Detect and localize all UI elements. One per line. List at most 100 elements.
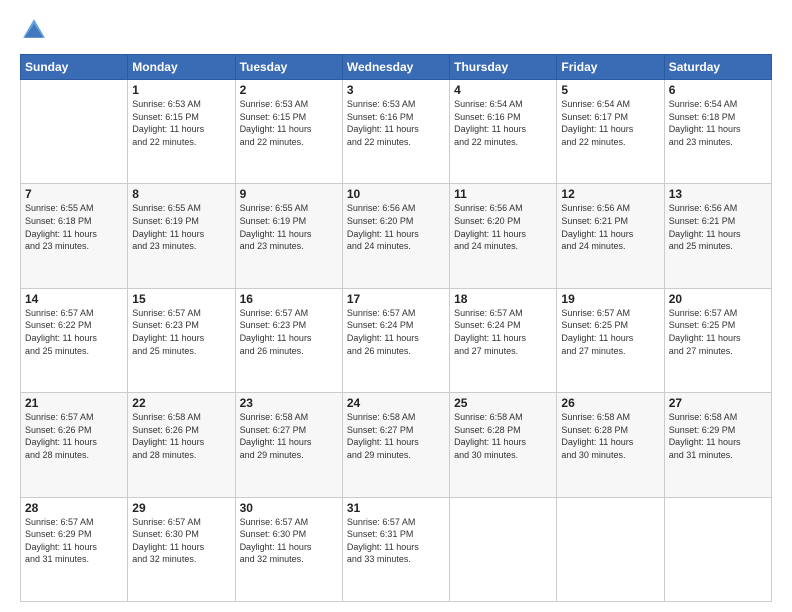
calendar-cell: 25Sunrise: 6:58 AM Sunset: 6:28 PM Dayli… — [450, 393, 557, 497]
day-number: 31 — [347, 501, 445, 515]
cell-content: Sunrise: 6:57 AM Sunset: 6:25 PM Dayligh… — [669, 307, 767, 357]
cell-content: Sunrise: 6:58 AM Sunset: 6:28 PM Dayligh… — [454, 411, 552, 461]
day-number: 1 — [132, 83, 230, 97]
day-number: 22 — [132, 396, 230, 410]
day-number: 5 — [561, 83, 659, 97]
calendar-cell: 16Sunrise: 6:57 AM Sunset: 6:23 PM Dayli… — [235, 288, 342, 392]
day-number: 8 — [132, 187, 230, 201]
cell-content: Sunrise: 6:57 AM Sunset: 6:24 PM Dayligh… — [347, 307, 445, 357]
day-number: 25 — [454, 396, 552, 410]
cell-content: Sunrise: 6:57 AM Sunset: 6:30 PM Dayligh… — [132, 516, 230, 566]
week-row-2: 14Sunrise: 6:57 AM Sunset: 6:22 PM Dayli… — [21, 288, 772, 392]
day-number: 27 — [669, 396, 767, 410]
cell-content: Sunrise: 6:56 AM Sunset: 6:21 PM Dayligh… — [561, 202, 659, 252]
cell-content: Sunrise: 6:57 AM Sunset: 6:30 PM Dayligh… — [240, 516, 338, 566]
cell-content: Sunrise: 6:55 AM Sunset: 6:19 PM Dayligh… — [240, 202, 338, 252]
calendar-cell: 15Sunrise: 6:57 AM Sunset: 6:23 PM Dayli… — [128, 288, 235, 392]
week-row-3: 21Sunrise: 6:57 AM Sunset: 6:26 PM Dayli… — [21, 393, 772, 497]
cell-content: Sunrise: 6:57 AM Sunset: 6:29 PM Dayligh… — [25, 516, 123, 566]
day-number: 26 — [561, 396, 659, 410]
day-number: 29 — [132, 501, 230, 515]
day-number: 18 — [454, 292, 552, 306]
day-number: 20 — [669, 292, 767, 306]
weekday-saturday: Saturday — [664, 55, 771, 80]
day-number: 3 — [347, 83, 445, 97]
day-number: 6 — [669, 83, 767, 97]
cell-content: Sunrise: 6:56 AM Sunset: 6:21 PM Dayligh… — [669, 202, 767, 252]
calendar-cell: 30Sunrise: 6:57 AM Sunset: 6:30 PM Dayli… — [235, 497, 342, 601]
cell-content: Sunrise: 6:57 AM Sunset: 6:23 PM Dayligh… — [240, 307, 338, 357]
calendar-cell: 4Sunrise: 6:54 AM Sunset: 6:16 PM Daylig… — [450, 80, 557, 184]
day-number: 9 — [240, 187, 338, 201]
calendar-cell — [557, 497, 664, 601]
calendar-cell — [664, 497, 771, 601]
calendar-cell: 3Sunrise: 6:53 AM Sunset: 6:16 PM Daylig… — [342, 80, 449, 184]
day-number: 24 — [347, 396, 445, 410]
cell-content: Sunrise: 6:58 AM Sunset: 6:27 PM Dayligh… — [347, 411, 445, 461]
cell-content: Sunrise: 6:57 AM Sunset: 6:22 PM Dayligh… — [25, 307, 123, 357]
weekday-header-row: SundayMondayTuesdayWednesdayThursdayFrid… — [21, 55, 772, 80]
weekday-wednesday: Wednesday — [342, 55, 449, 80]
cell-content: Sunrise: 6:58 AM Sunset: 6:28 PM Dayligh… — [561, 411, 659, 461]
week-row-1: 7Sunrise: 6:55 AM Sunset: 6:18 PM Daylig… — [21, 184, 772, 288]
cell-content: Sunrise: 6:54 AM Sunset: 6:17 PM Dayligh… — [561, 98, 659, 148]
calendar-cell: 26Sunrise: 6:58 AM Sunset: 6:28 PM Dayli… — [557, 393, 664, 497]
week-row-0: 1Sunrise: 6:53 AM Sunset: 6:15 PM Daylig… — [21, 80, 772, 184]
day-number: 15 — [132, 292, 230, 306]
calendar-cell: 29Sunrise: 6:57 AM Sunset: 6:30 PM Dayli… — [128, 497, 235, 601]
day-number: 21 — [25, 396, 123, 410]
week-row-4: 28Sunrise: 6:57 AM Sunset: 6:29 PM Dayli… — [21, 497, 772, 601]
calendar-cell: 13Sunrise: 6:56 AM Sunset: 6:21 PM Dayli… — [664, 184, 771, 288]
day-number: 10 — [347, 187, 445, 201]
calendar-cell: 14Sunrise: 6:57 AM Sunset: 6:22 PM Dayli… — [21, 288, 128, 392]
cell-content: Sunrise: 6:56 AM Sunset: 6:20 PM Dayligh… — [454, 202, 552, 252]
day-number: 16 — [240, 292, 338, 306]
weekday-monday: Monday — [128, 55, 235, 80]
cell-content: Sunrise: 6:56 AM Sunset: 6:20 PM Dayligh… — [347, 202, 445, 252]
cell-content: Sunrise: 6:53 AM Sunset: 6:15 PM Dayligh… — [240, 98, 338, 148]
calendar-cell: 2Sunrise: 6:53 AM Sunset: 6:15 PM Daylig… — [235, 80, 342, 184]
cell-content: Sunrise: 6:55 AM Sunset: 6:18 PM Dayligh… — [25, 202, 123, 252]
calendar-cell: 10Sunrise: 6:56 AM Sunset: 6:20 PM Dayli… — [342, 184, 449, 288]
calendar-cell: 11Sunrise: 6:56 AM Sunset: 6:20 PM Dayli… — [450, 184, 557, 288]
calendar-cell: 9Sunrise: 6:55 AM Sunset: 6:19 PM Daylig… — [235, 184, 342, 288]
calendar-cell: 18Sunrise: 6:57 AM Sunset: 6:24 PM Dayli… — [450, 288, 557, 392]
cell-content: Sunrise: 6:57 AM Sunset: 6:24 PM Dayligh… — [454, 307, 552, 357]
calendar-cell: 19Sunrise: 6:57 AM Sunset: 6:25 PM Dayli… — [557, 288, 664, 392]
calendar-cell — [21, 80, 128, 184]
cell-content: Sunrise: 6:57 AM Sunset: 6:25 PM Dayligh… — [561, 307, 659, 357]
weekday-friday: Friday — [557, 55, 664, 80]
calendar-cell: 8Sunrise: 6:55 AM Sunset: 6:19 PM Daylig… — [128, 184, 235, 288]
calendar-cell: 31Sunrise: 6:57 AM Sunset: 6:31 PM Dayli… — [342, 497, 449, 601]
logo-icon — [20, 16, 48, 44]
cell-content: Sunrise: 6:58 AM Sunset: 6:26 PM Dayligh… — [132, 411, 230, 461]
cell-content: Sunrise: 6:57 AM Sunset: 6:23 PM Dayligh… — [132, 307, 230, 357]
cell-content: Sunrise: 6:57 AM Sunset: 6:26 PM Dayligh… — [25, 411, 123, 461]
calendar-cell: 21Sunrise: 6:57 AM Sunset: 6:26 PM Dayli… — [21, 393, 128, 497]
cell-content: Sunrise: 6:54 AM Sunset: 6:16 PM Dayligh… — [454, 98, 552, 148]
day-number: 30 — [240, 501, 338, 515]
day-number: 7 — [25, 187, 123, 201]
day-number: 23 — [240, 396, 338, 410]
weekday-sunday: Sunday — [21, 55, 128, 80]
day-number: 2 — [240, 83, 338, 97]
day-number: 19 — [561, 292, 659, 306]
calendar-table: SundayMondayTuesdayWednesdayThursdayFrid… — [20, 54, 772, 602]
day-number: 12 — [561, 187, 659, 201]
calendar-cell: 7Sunrise: 6:55 AM Sunset: 6:18 PM Daylig… — [21, 184, 128, 288]
calendar-cell: 5Sunrise: 6:54 AM Sunset: 6:17 PM Daylig… — [557, 80, 664, 184]
day-number: 28 — [25, 501, 123, 515]
day-number: 14 — [25, 292, 123, 306]
cell-content: Sunrise: 6:53 AM Sunset: 6:15 PM Dayligh… — [132, 98, 230, 148]
calendar-cell: 17Sunrise: 6:57 AM Sunset: 6:24 PM Dayli… — [342, 288, 449, 392]
cell-content: Sunrise: 6:58 AM Sunset: 6:29 PM Dayligh… — [669, 411, 767, 461]
page: SundayMondayTuesdayWednesdayThursdayFrid… — [0, 0, 792, 612]
calendar-cell: 28Sunrise: 6:57 AM Sunset: 6:29 PM Dayli… — [21, 497, 128, 601]
header — [20, 16, 772, 44]
day-number: 17 — [347, 292, 445, 306]
cell-content: Sunrise: 6:58 AM Sunset: 6:27 PM Dayligh… — [240, 411, 338, 461]
weekday-thursday: Thursday — [450, 55, 557, 80]
day-number: 4 — [454, 83, 552, 97]
cell-content: Sunrise: 6:54 AM Sunset: 6:18 PM Dayligh… — [669, 98, 767, 148]
calendar-cell: 23Sunrise: 6:58 AM Sunset: 6:27 PM Dayli… — [235, 393, 342, 497]
